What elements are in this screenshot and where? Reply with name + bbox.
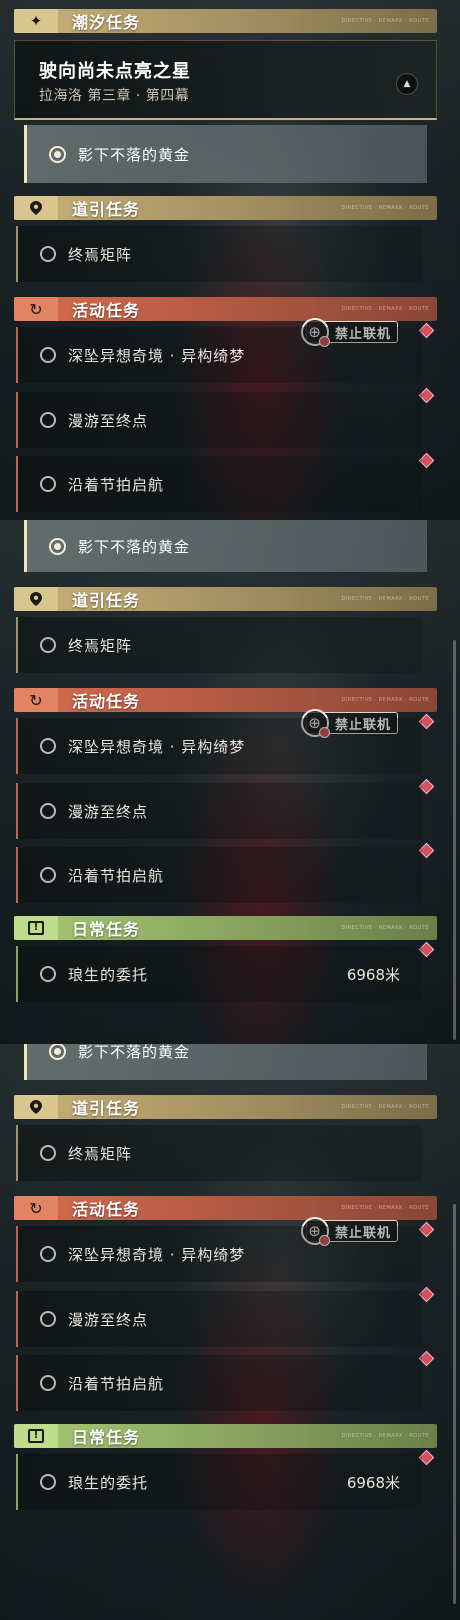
quest-label: 终焉矩阵 bbox=[68, 1144, 133, 1163]
list-item[interactable]: 沿着节拍启航 bbox=[16, 847, 422, 903]
header-decoration: DIRECTIVE · REMARK · ROUTE bbox=[341, 18, 429, 24]
guide-quest-title: 道引任务 bbox=[72, 200, 141, 219]
radio-icon bbox=[40, 476, 56, 492]
list-item[interactable]: 琅生的委托 6968米 bbox=[16, 946, 422, 1002]
quest-label: 深坠异想奇境 · 异构绮梦 bbox=[68, 737, 246, 756]
chevron-up-icon[interactable]: ▲ bbox=[396, 73, 418, 95]
scrollbar[interactable] bbox=[453, 1204, 456, 1604]
radio-icon bbox=[40, 1246, 56, 1262]
sparkle-icon: ✦ bbox=[14, 9, 58, 33]
quest-panel-2: 影下不落的黄金 道引任务 DIRECTIVE · REMARK · ROUTE … bbox=[0, 520, 460, 1044]
radio-icon bbox=[40, 966, 56, 982]
refresh-icon: ↻ bbox=[14, 688, 58, 712]
header-decoration: DIRECTIVE · REMARK · ROUTE bbox=[341, 1104, 429, 1110]
quest-label: 终焉矩阵 bbox=[68, 245, 133, 264]
event-quest-header[interactable]: ↻ 活动任务 DIRECTIVE · REMARK · ROUTE bbox=[14, 1196, 437, 1220]
header-decoration: DIRECTIVE · REMARK · ROUTE bbox=[341, 1433, 429, 1439]
map-pin-icon bbox=[14, 196, 58, 220]
list-item[interactable]: 深坠异想奇境 · 异构绮梦 bbox=[16, 1226, 422, 1282]
list-item[interactable]: 漫游至终点 bbox=[16, 392, 422, 448]
selected-quest-item[interactable]: 影下不落的黄金 bbox=[24, 125, 427, 183]
main-quest-title: 驶向尚未点亮之星 bbox=[39, 61, 191, 82]
list-item[interactable]: 沿着节拍启航 bbox=[16, 456, 422, 512]
radio-icon bbox=[40, 738, 56, 754]
selected-quest-label: 影下不落的黄金 bbox=[78, 537, 191, 556]
tidal-quest-header[interactable]: ✦ 潮汐任务 DIRECTIVE · REMARK · ROUTE bbox=[14, 9, 437, 33]
list-item[interactable]: 深坠异想奇境 · 异构绮梦 bbox=[16, 718, 422, 774]
main-quest-card[interactable]: 驶向尚未点亮之星 拉海洛 第三章 · 第四幕 ▲ bbox=[14, 40, 437, 120]
quest-label: 漫游至终点 bbox=[68, 411, 149, 430]
selected-quest-label: 影下不落的黄金 bbox=[78, 1044, 191, 1061]
selected-quest-label: 影下不落的黄金 bbox=[78, 145, 191, 164]
radio-icon bbox=[40, 637, 56, 653]
main-quest-subtitle: 拉海洛 第三章 · 第四幕 bbox=[39, 88, 190, 104]
list-item[interactable]: 沿着节拍启航 bbox=[16, 1355, 422, 1411]
header-decoration: DIRECTIVE · REMARK · ROUTE bbox=[341, 596, 429, 602]
map-pin-icon bbox=[14, 1095, 58, 1119]
header-decoration: DIRECTIVE · REMARK · ROUTE bbox=[341, 1205, 429, 1211]
quest-label: 深坠异想奇境 · 异构绮梦 bbox=[68, 1245, 246, 1264]
quest-label: 沿着节拍启航 bbox=[68, 1374, 165, 1393]
list-item[interactable]: 漫游至终点 bbox=[16, 783, 422, 839]
radio-selected-icon bbox=[49, 1044, 66, 1060]
quest-label: 沿着节拍启航 bbox=[68, 475, 165, 494]
radio-icon bbox=[40, 1375, 56, 1391]
radio-icon bbox=[40, 412, 56, 428]
selected-quest-item[interactable]: 影下不落的黄金 bbox=[24, 520, 427, 572]
radio-icon bbox=[40, 1311, 56, 1327]
radio-icon bbox=[40, 867, 56, 883]
daily-quest-header[interactable]: ! 日常任务 DIRECTIVE · REMARK · ROUTE bbox=[14, 1424, 437, 1448]
distance-label: 6968米 bbox=[346, 1473, 400, 1492]
guide-quest-title: 道引任务 bbox=[72, 591, 141, 610]
radio-icon bbox=[40, 803, 56, 819]
quest-label: 深坠异想奇境 · 异构绮梦 bbox=[68, 346, 246, 365]
guide-quest-header[interactable]: 道引任务 DIRECTIVE · REMARK · ROUTE bbox=[14, 587, 437, 611]
guide-quest-header[interactable]: 道引任务 DIRECTIVE · REMARK · ROUTE bbox=[14, 1095, 437, 1119]
header-decoration: DIRECTIVE · REMARK · ROUTE bbox=[341, 925, 429, 931]
quest-label: 漫游至终点 bbox=[68, 1310, 149, 1329]
selected-quest-item[interactable]: 影下不落的黄金 bbox=[24, 1044, 427, 1080]
distance-label: 6968米 bbox=[346, 965, 400, 984]
guide-quest-title: 道引任务 bbox=[72, 1099, 141, 1118]
radio-icon bbox=[40, 347, 56, 363]
header-decoration: DIRECTIVE · REMARK · ROUTE bbox=[341, 306, 429, 312]
daily-quest-header[interactable]: ! 日常任务 DIRECTIVE · REMARK · ROUTE bbox=[14, 916, 437, 940]
quest-label: 终焉矩阵 bbox=[68, 636, 133, 655]
event-quest-title: 活动任务 bbox=[72, 301, 141, 320]
radio-icon bbox=[40, 246, 56, 262]
scrollbar[interactable] bbox=[453, 640, 456, 1040]
list-item[interactable]: 终焉矩阵 bbox=[16, 617, 422, 673]
tidal-quest-title: 潮汐任务 bbox=[72, 13, 141, 32]
event-quest-header[interactable]: ↻ 活动任务 DIRECTIVE · REMARK · ROUTE bbox=[14, 297, 437, 321]
header-decoration: DIRECTIVE · REMARK · ROUTE bbox=[341, 697, 429, 703]
header-decoration: DIRECTIVE · REMARK · ROUTE bbox=[341, 205, 429, 211]
event-quest-title: 活动任务 bbox=[72, 692, 141, 711]
quest-label: 漫游至终点 bbox=[68, 802, 149, 821]
alert-icon: ! bbox=[14, 1424, 58, 1448]
refresh-icon: ↻ bbox=[14, 1196, 58, 1220]
alert-icon: ! bbox=[14, 916, 58, 940]
quest-panel-1: ✦ 潮汐任务 DIRECTIVE · REMARK · ROUTE 驶向尚未点亮… bbox=[0, 0, 460, 520]
radio-icon bbox=[40, 1145, 56, 1161]
guide-quest-header[interactable]: 道引任务 DIRECTIVE · REMARK · ROUTE bbox=[14, 196, 437, 220]
daily-quest-title: 日常任务 bbox=[72, 920, 141, 939]
quest-panel-3: 影下不落的黄金 道引任务 DIRECTIVE · REMARK · ROUTE … bbox=[0, 1044, 460, 1620]
event-quest-title: 活动任务 bbox=[72, 1200, 141, 1219]
list-item[interactable]: 深坠异想奇境 · 异构绮梦 bbox=[16, 327, 422, 383]
radio-selected-icon bbox=[49, 537, 66, 555]
list-item[interactable]: 漫游至终点 bbox=[16, 1291, 422, 1347]
map-pin-icon bbox=[14, 587, 58, 611]
refresh-icon: ↻ bbox=[14, 297, 58, 321]
list-item[interactable]: 琅生的委托 6968米 bbox=[16, 1454, 422, 1510]
list-item[interactable]: 终焉矩阵 bbox=[16, 1125, 422, 1181]
quest-label: 沿着节拍启航 bbox=[68, 866, 165, 885]
radio-selected-icon bbox=[49, 145, 66, 163]
event-quest-header[interactable]: ↻ 活动任务 DIRECTIVE · REMARK · ROUTE bbox=[14, 688, 437, 712]
quest-label: 琅生的委托 bbox=[68, 1473, 149, 1492]
list-item[interactable]: 终焉矩阵 bbox=[16, 226, 422, 282]
quest-label: 琅生的委托 bbox=[68, 965, 149, 984]
radio-icon bbox=[40, 1474, 56, 1490]
daily-quest-title: 日常任务 bbox=[72, 1428, 141, 1447]
